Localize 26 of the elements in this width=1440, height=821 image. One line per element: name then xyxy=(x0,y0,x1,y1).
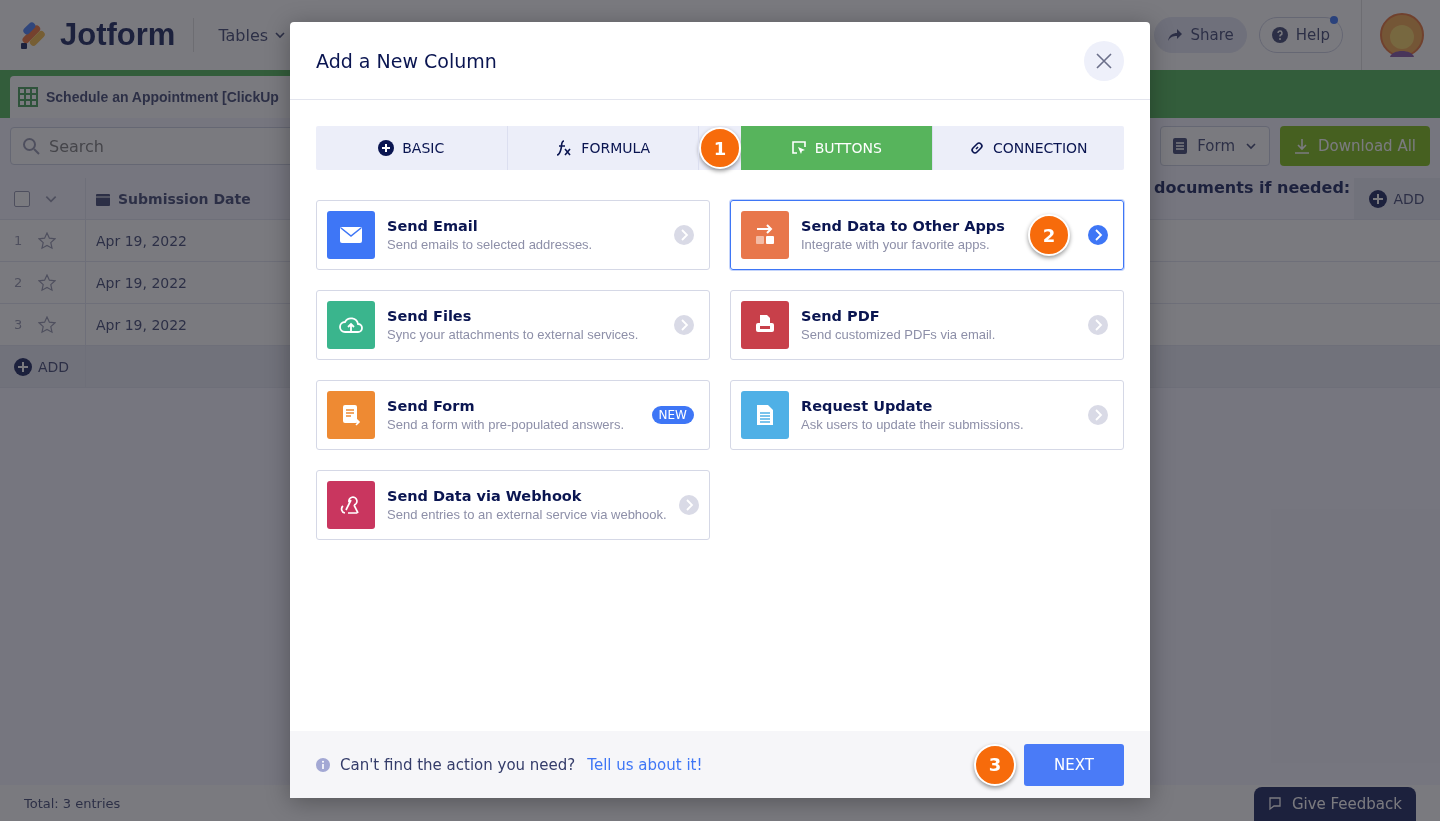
action-title: Request Update xyxy=(801,398,934,414)
step-marker: 3 xyxy=(974,743,1016,786)
dialog-title: Add a New Column xyxy=(316,49,497,72)
table-cell-text: Apr 19, 2022 xyxy=(95,273,188,293)
action-description: Send a form with pre-populated answers. xyxy=(387,417,625,432)
action-title: Send Data to Other Apps xyxy=(801,218,1006,234)
help-question: Can't find the action you need? xyxy=(340,755,576,774)
action-description: Integrate with your favorite apps. xyxy=(801,237,991,252)
logo-wordmark: Jotform xyxy=(60,17,176,53)
new-badge: NEW xyxy=(651,406,694,424)
action-description: Sync your attachments to external services. xyxy=(387,327,640,342)
step-marker: 1 xyxy=(699,127,741,169)
table-tab-label: Schedule an Appointment [ClickUp xyxy=(46,89,279,105)
action-title: Send PDF xyxy=(801,308,881,324)
action-description: Send customized PDFs via email. xyxy=(801,327,997,342)
step-marker: 2 xyxy=(1028,214,1070,256)
table-cell-text: Apr 19, 2022 xyxy=(95,315,188,335)
action-title: Send Email xyxy=(387,218,479,234)
entries-count: Total: 3 entries xyxy=(24,795,121,811)
action-title: Send Form xyxy=(387,398,476,414)
action-description: Send emails to selected addresses. xyxy=(387,237,594,252)
action-title: Send Files xyxy=(387,308,473,324)
action-description: Ask users to update their submissions. xyxy=(801,417,1025,432)
table-cell-text: Apr 19, 2022 xyxy=(95,231,188,251)
action-description: Send entries to an external service via webhook. xyxy=(387,507,667,522)
action-title: Send Data via Webhook xyxy=(387,488,583,504)
